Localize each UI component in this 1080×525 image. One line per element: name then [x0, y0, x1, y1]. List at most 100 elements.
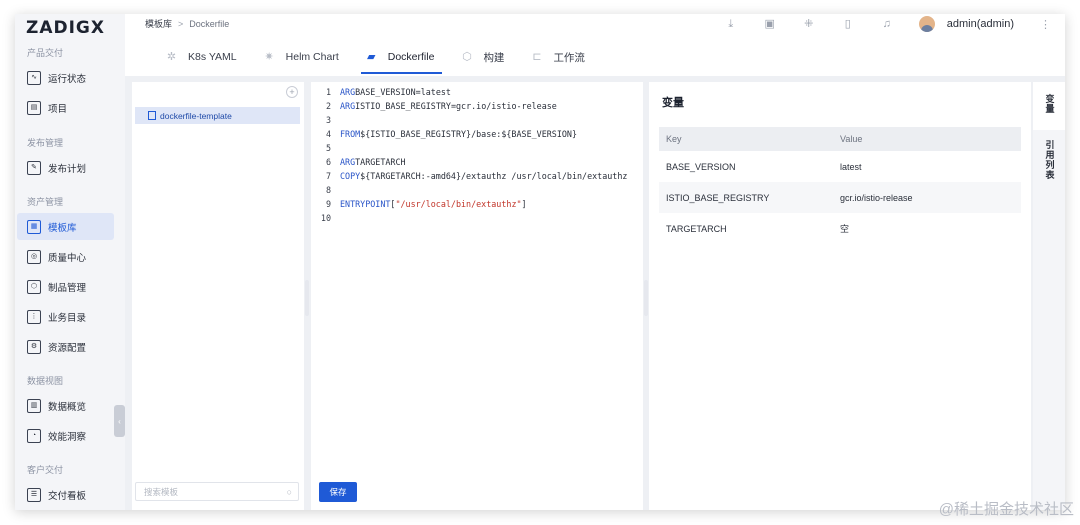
docs-icon[interactable]: ▯: [841, 17, 855, 31]
logo: ZADIGX: [26, 18, 105, 38]
code-line: 5: [325, 143, 331, 153]
sidebar-item-label: 制品管理: [48, 282, 87, 294]
pulse-icon: ∿: [27, 70, 41, 85]
breadcrumb: 模板库 > Dockerfile: [145, 17, 229, 30]
sidebar-item-label: 模板库: [48, 222, 77, 234]
save-button[interactable]: 保存: [319, 482, 357, 502]
toolbar: ⤓ ▣ ⁜ ▯ ♫ admin(admin) ⋮: [724, 14, 1065, 34]
side-tabs: 变量 引用列表: [1033, 82, 1065, 510]
section-title: 客户交付: [27, 465, 64, 475]
sidebar-item-artifacts[interactable]: ⬡ 制品管理: [17, 273, 114, 300]
user-name[interactable]: admin(admin): [947, 18, 1014, 30]
add-template-button[interactable]: +: [286, 86, 298, 98]
breadcrumb-current: Dockerfile: [189, 19, 230, 29]
template-type-tabs: ✲ K8s YAML ✷ Helm Chart ▰ Dockerfile ⬡ 构建 ⊏ 工…: [161, 40, 607, 74]
artifact-icon: ⬡: [27, 279, 41, 294]
download-icon[interactable]: ⤓: [724, 17, 738, 31]
section-title: 数据视图: [27, 376, 64, 386]
resource-icon: ⚙: [27, 339, 41, 354]
template-icon: ▦: [27, 219, 41, 234]
variables-title: 变量: [662, 97, 684, 109]
code-line: 6 ARG TARGETARCH: [325, 157, 406, 167]
column-header-value: Value: [840, 134, 863, 144]
app-window: ZADIGX 产品交付 ∿ 运行状态 ▤ 项目 发布管理 ✎ 发布计划 资产管理 ▦ 模…: [15, 14, 1065, 510]
code-line: 4 FROM ${ISTIO_BASE_REGISTRY}/base:${BASE…: [325, 129, 577, 139]
more-icon[interactable]: ⋮: [1040, 18, 1051, 31]
sidebar-item-label: 资源配置: [48, 342, 87, 354]
code-line: 2 ARG ISTIO_BASE_REGISTRY=gcr.io/istio-re…: [325, 101, 557, 111]
code-editor[interactable]: 1 ARG BASE_VERSION=latest 2 ARG ISTIO_BASE…: [311, 85, 643, 225]
side-tab-references[interactable]: 引用列表: [1045, 140, 1055, 180]
section-title: 发布管理: [27, 138, 64, 148]
table-row: BASE_VERSION latest: [659, 151, 1021, 182]
variable-value: 空: [840, 224, 850, 234]
sidebar-item-label: 数据概览: [48, 401, 87, 413]
plugin-icon[interactable]: ⁜: [802, 17, 816, 31]
section-title: 资产管理: [27, 197, 64, 207]
template-name: dockerfile-template: [160, 110, 232, 121]
variable-key: BASE_VERSION: [666, 161, 736, 172]
resize-handle[interactable]: [644, 280, 648, 316]
code-line: 10: [320, 213, 331, 223]
watermark: @稀土掘金技术社区: [938, 501, 1074, 518]
sidebar-item-delivery-board[interactable]: ☰ 交付看板: [17, 481, 114, 508]
sidebar-item-template-library[interactable]: ▦ 模板库: [17, 213, 114, 240]
workflow-icon: ⊏: [532, 50, 542, 63]
tab-build[interactable]: ⬡ 构建: [456, 40, 518, 74]
quality-icon: ◎: [27, 249, 41, 264]
docker-icon: ▰: [367, 50, 376, 63]
table-header: Key Value: [659, 127, 1021, 151]
sidebar-item-label: 项目: [48, 103, 68, 115]
tab-label: Dockerfile: [387, 51, 435, 63]
side-tab-variables[interactable]: 变量: [1045, 94, 1055, 114]
bell-icon[interactable]: ♫: [880, 17, 894, 31]
tab-label: 构建: [483, 51, 505, 64]
variable-key: ISTIO_BASE_REGISTRY: [666, 192, 770, 203]
sidebar-item-resources[interactable]: ⚙ 资源配置: [17, 333, 114, 360]
tab-dockerfile[interactable]: ▰ Dockerfile: [360, 40, 449, 74]
sidebar-item-insights[interactable]: ◔ 效能洞察: [17, 422, 114, 449]
project-icon: ▤: [27, 100, 41, 115]
variables-table: Key Value BASE_VERSION latest ISTIO_BASE…: [659, 127, 1021, 244]
tab-k8s-yaml[interactable]: ✲ K8s YAML: [161, 40, 251, 74]
sidebar-item-quality-center[interactable]: ◎ 质量中心: [17, 243, 114, 270]
sidebar-item-data-overview[interactable]: ▥ 数据概览: [17, 392, 114, 419]
code-line: 7 COPY ${TARGETARCH:-amd64}/extauthz /usr…: [325, 171, 628, 181]
sidebar-item-status[interactable]: ∿ 运行状态: [17, 64, 114, 91]
breadcrumb-root[interactable]: 模板库: [145, 19, 172, 29]
variables-panel: 变量 Key Value BASE_VERSION latest ISTIO_B…: [649, 82, 1031, 510]
table-row: ISTIO_BASE_REGISTRY gcr.io/istio-release: [659, 182, 1021, 213]
avatar[interactable]: [918, 16, 935, 32]
tab-label: 工作流: [553, 51, 585, 64]
board-icon: ☰: [27, 487, 41, 502]
sidebar-item-release-plan[interactable]: ✎ 发布计划: [17, 154, 114, 181]
tab-label: K8s YAML: [188, 51, 237, 63]
code-line: 1 ARG BASE_VERSION=latest: [325, 87, 451, 97]
sidebar-item-label: 发布计划: [48, 163, 87, 175]
table-row: TARGETARCH 空: [659, 213, 1021, 244]
tab-helm-chart[interactable]: ✷ Helm Chart: [259, 40, 353, 74]
chart-icon: ▥: [27, 398, 41, 413]
sidebar-item-label: 运行状态: [48, 73, 87, 85]
build-icon: ⬡: [462, 50, 472, 63]
tab-label: Helm Chart: [285, 51, 339, 63]
sidebar-item-catalog[interactable]: ⋮ 业务目录: [17, 303, 114, 330]
tab-workflow[interactable]: ⊏ 工作流: [526, 40, 599, 74]
sidebar-item-projects[interactable]: ▤ 项目: [17, 94, 114, 121]
sidebar-item-label: 业务目录: [48, 312, 87, 324]
section-title: 产品交付: [27, 48, 64, 58]
variable-value: latest: [840, 161, 862, 172]
template-list-item[interactable]: dockerfile-template: [135, 107, 300, 124]
template-search-input[interactable]: 搜索模板 ○: [135, 482, 299, 501]
search-placeholder: 搜索模板: [144, 486, 179, 497]
variable-key: TARGETARCH: [666, 223, 727, 234]
translate-icon[interactable]: ▣: [763, 17, 777, 31]
top-bar: 模板库 > Dockerfile ⤓ ▣ ⁜ ▯ ♫ admin(admin) ⋮ …: [125, 14, 1065, 76]
resize-handle[interactable]: [305, 280, 309, 316]
code-editor-panel: 1 ARG BASE_VERSION=latest 2 ARG ISTIO_BASE…: [311, 82, 643, 510]
release-plan-icon: ✎: [27, 160, 41, 175]
breadcrumb-separator: >: [178, 19, 184, 29]
k8s-icon: ✲: [166, 50, 177, 63]
code-line: 3: [325, 115, 331, 125]
sidebar-collapse-handle[interactable]: ‹: [114, 405, 125, 437]
